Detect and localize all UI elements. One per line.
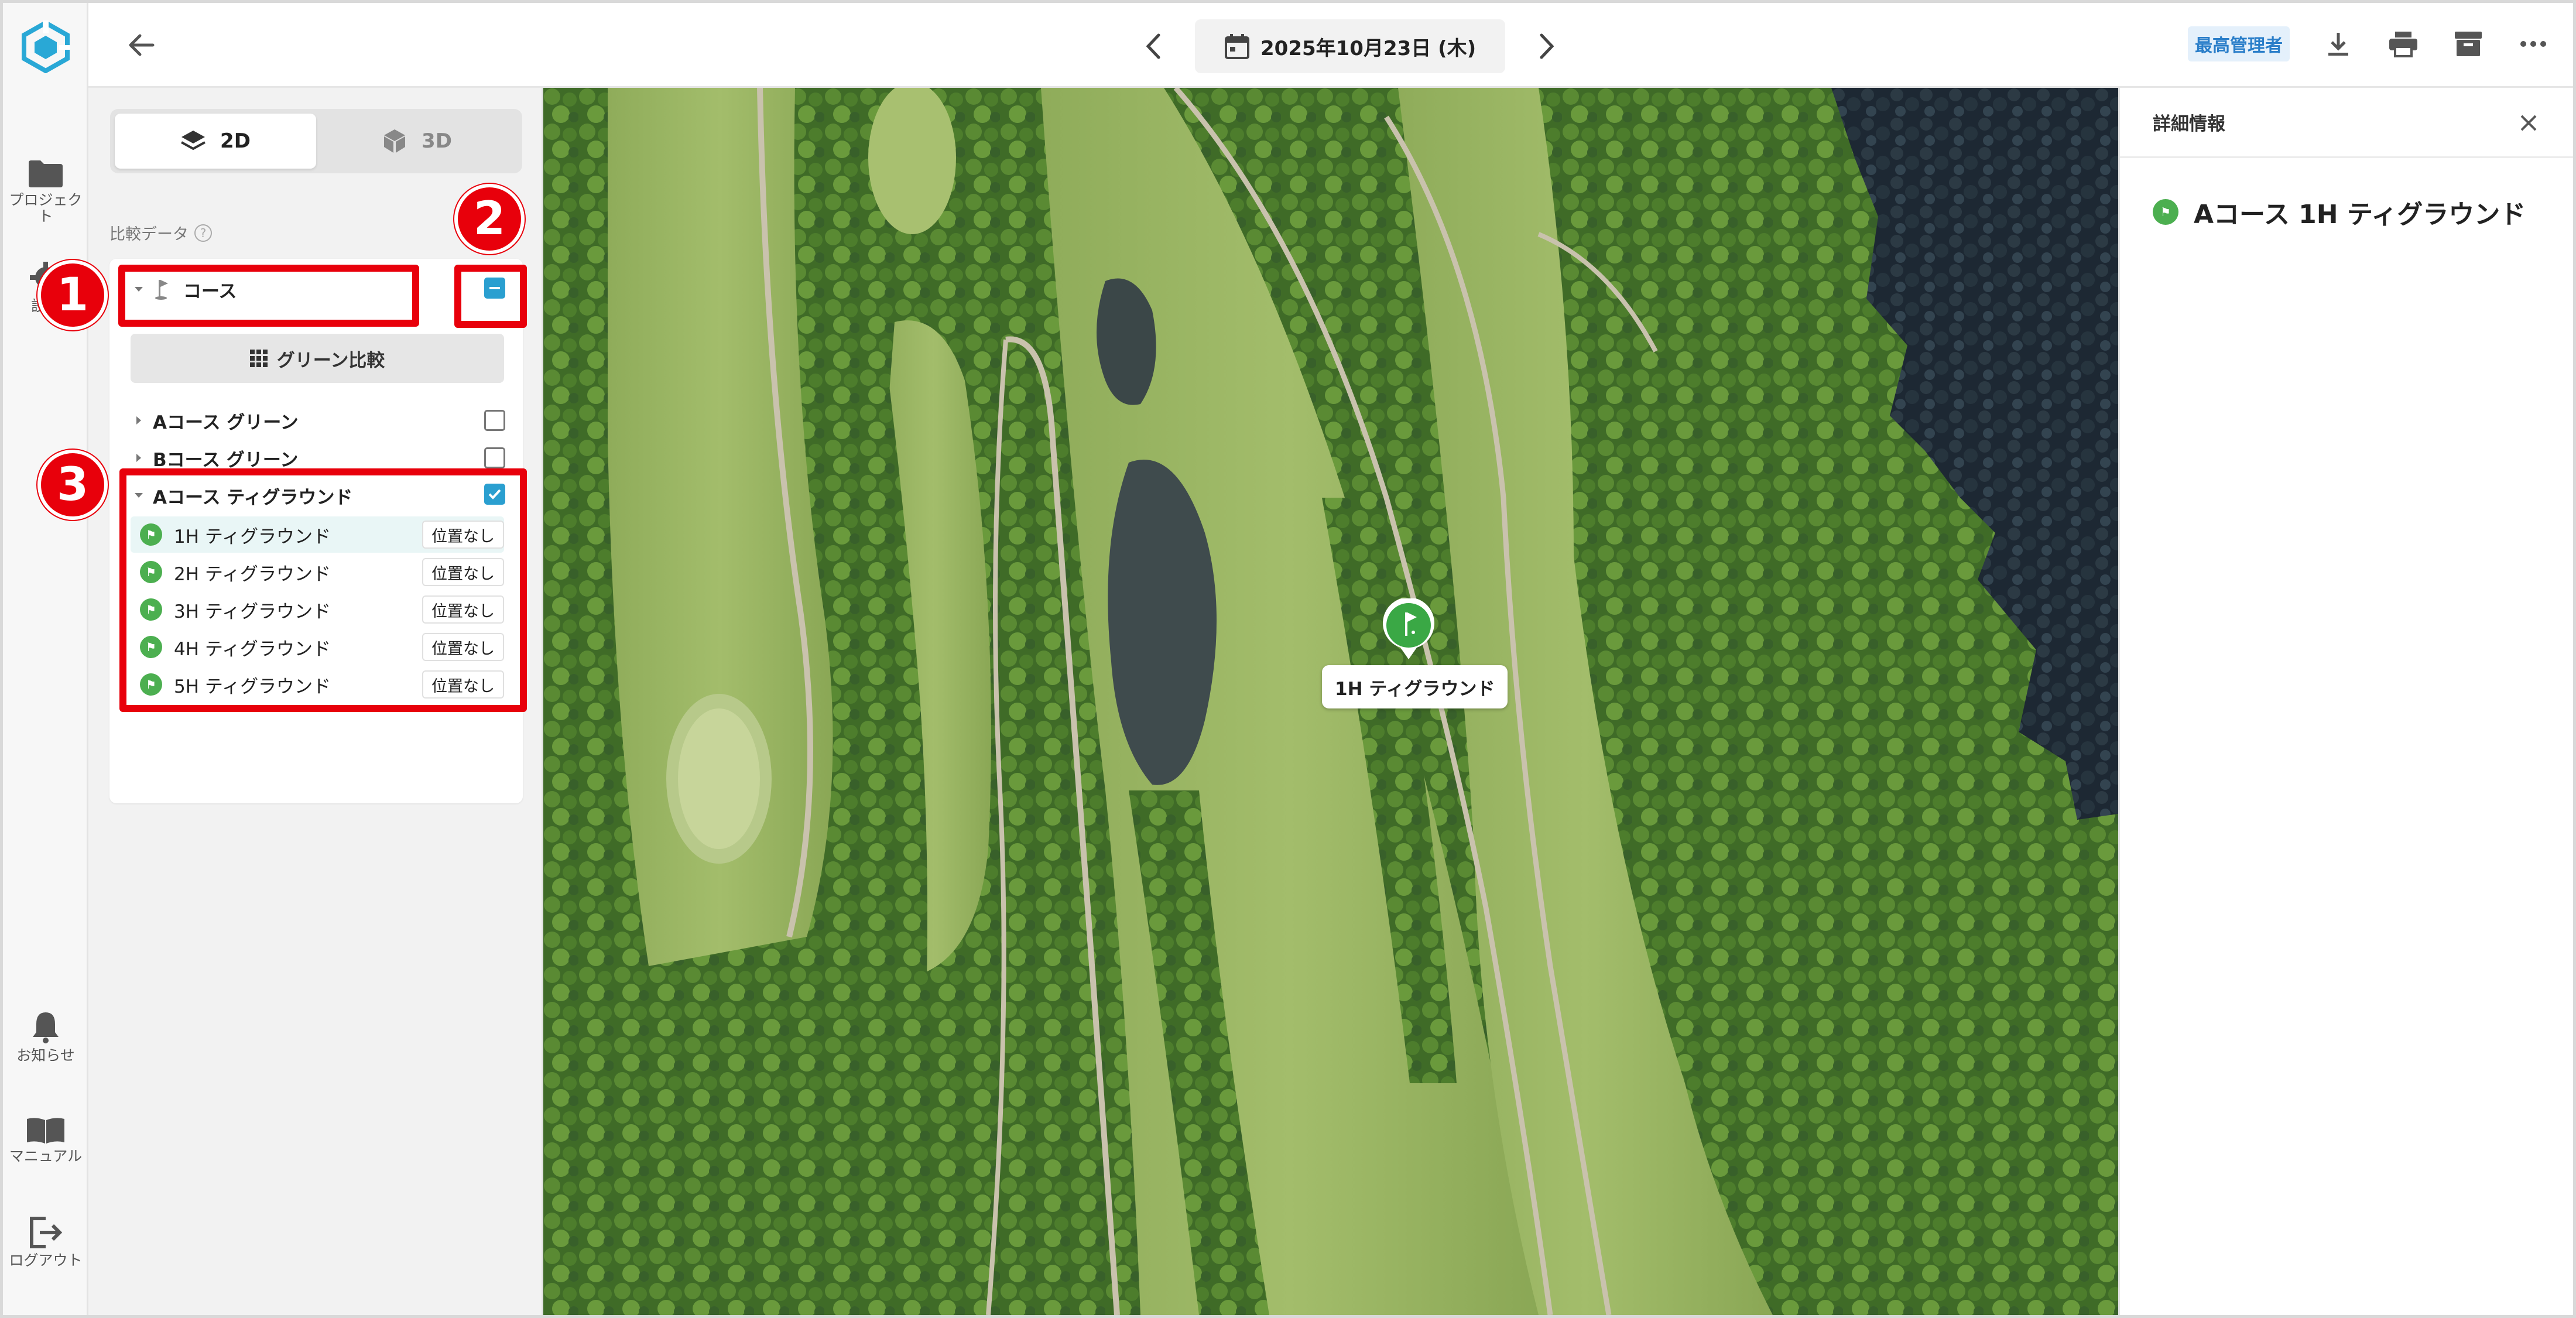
rail-item-manual[interactable]: マニュアル: [3, 1115, 88, 1165]
archive-button[interactable]: [2452, 28, 2485, 60]
grid-icon: [249, 350, 268, 367]
green-compare-button[interactable]: グリーン比較: [131, 334, 504, 383]
tab-2d[interactable]: 2D: [115, 114, 316, 169]
print-button[interactable]: [2387, 28, 2420, 60]
detail-panel: 詳細情報 ⚑ Aコース 1H ティグラウンド: [2118, 88, 2573, 1315]
nav-rail: プロジェクト 設定 お知らせ マニュアル ログアウト: [3, 3, 88, 1315]
view-mode-toggle: 2D 3D: [110, 109, 522, 173]
rail-label-manual: マニュアル: [9, 1148, 83, 1165]
help-icon[interactable]: ?: [194, 224, 212, 242]
annotation-marker-3: 3: [37, 450, 108, 520]
more-button[interactable]: [2517, 28, 2550, 60]
detail-title: 詳細情報: [2153, 114, 2225, 135]
date-label: 2025年10月23日 (木): [1260, 36, 1477, 60]
rail-label-logout: ログアウト: [9, 1252, 83, 1269]
printer-icon: [2389, 32, 2417, 57]
prev-date-button[interactable]: [1136, 29, 1171, 64]
top-bar: 2025年10月23日 (木) 最高管理者: [88, 3, 2573, 88]
rail-item-logout[interactable]: ログアウト: [3, 1216, 88, 1269]
back-arrow-icon[interactable]: [124, 28, 159, 63]
top-right-toolbar: 最高管理者: [2188, 26, 2550, 61]
rail-item-notifications[interactable]: お知らせ: [3, 1010, 88, 1064]
rail-item-project[interactable]: プロジェクト: [3, 158, 88, 225]
green-compare-label: グリーン比較: [276, 350, 385, 371]
group-checkbox[interactable]: [484, 410, 505, 431]
close-icon[interactable]: [2517, 111, 2540, 135]
caret-right-icon[interactable]: [133, 452, 145, 464]
chevron-right-icon: [1540, 33, 1554, 59]
pin-icon: ⚑: [2153, 199, 2178, 225]
rail-label-notifications: お知らせ: [16, 1047, 75, 1064]
cube-icon: [384, 129, 406, 153]
flag-pin-marker[interactable]: [1379, 598, 1438, 663]
group-label: Aコース グリーン: [153, 412, 299, 433]
archive-icon: [2455, 32, 2482, 56]
group-checkbox[interactable]: [484, 447, 505, 468]
download-button[interactable]: [2322, 28, 2355, 60]
logout-icon: [30, 1217, 63, 1248]
detail-header: 詳細情報: [2120, 88, 2573, 158]
annotation-box-2: [454, 265, 527, 328]
layers-icon: [181, 131, 206, 150]
annotation-box-3: [119, 468, 527, 712]
date-navigator: 2025年10月23日 (木): [1136, 19, 1564, 73]
caret-right-icon[interactable]: [133, 415, 145, 426]
tree-group-a-green[interactable]: Aコース グリーン: [109, 402, 523, 439]
more-horizontal-icon: [2520, 41, 2546, 47]
tab-3d[interactable]: 3D: [316, 114, 518, 169]
detail-item-label: Aコース 1H ティグラウンド: [2194, 200, 2526, 230]
aerial-map[interactable]: 1H ティグラウンド: [543, 88, 2118, 1315]
role-badge: 最高管理者: [2188, 26, 2290, 61]
annotation-marker-2: 2: [454, 184, 525, 254]
annotation-marker-1: 1: [37, 260, 108, 330]
annotation-box-1: [118, 265, 419, 327]
rail-label-project: プロジェクト: [9, 191, 83, 225]
section-label-text: 比較データ: [109, 225, 189, 244]
compare-data-section-label: 比較データ ?: [109, 221, 212, 244]
calendar-icon: [1225, 34, 1249, 59]
chevron-left-icon: [1146, 33, 1160, 59]
download-icon: [2328, 33, 2348, 56]
folder-icon: [29, 160, 63, 187]
book-icon: [27, 1118, 64, 1144]
app-logo-icon[interactable]: [19, 20, 72, 73]
tab-2d-label: 2D: [220, 129, 251, 153]
tab-3d-label: 3D: [422, 129, 452, 153]
bell-icon: [33, 1012, 59, 1043]
marker-label[interactable]: 1H ティグラウンド: [1322, 665, 1508, 708]
date-picker[interactable]: 2025年10月23日 (木): [1195, 19, 1506, 73]
group-label: Bコース グリーン: [153, 449, 299, 471]
detail-item: ⚑ Aコース 1H ティグラウンド: [2153, 193, 2526, 231]
next-date-button[interactable]: [1529, 29, 1564, 64]
